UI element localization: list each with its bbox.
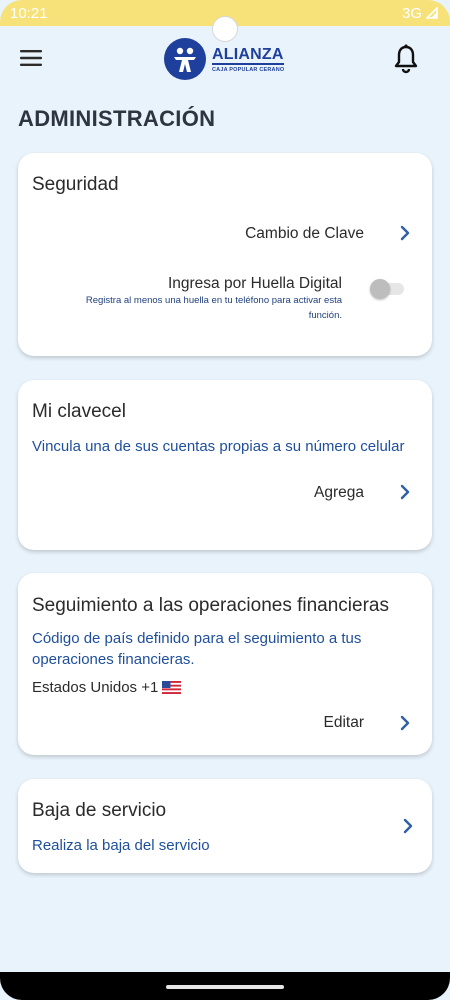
tracking-description-line: operaciones financieras.	[32, 651, 195, 668]
tracking-country: Estados Unidos +1	[32, 679, 182, 696]
add-clavecel-button[interactable]: Agrega	[314, 484, 364, 502]
cancel-service-card[interactable]: Baja de servicio Realiza la baja del ser…	[18, 779, 432, 873]
tracking-description: Código de país definido para el seguimie…	[32, 628, 361, 670]
us-flag-icon	[162, 681, 182, 694]
change-password-button[interactable]: Cambio de Clave	[245, 225, 364, 243]
chevron-right-icon[interactable]	[399, 484, 411, 500]
signal-icon	[426, 7, 438, 19]
brand-logo: ALIANZA CAJA POPULAR CERANO	[164, 38, 285, 80]
network-type: 3G	[401, 4, 422, 22]
chevron-right-icon[interactable]	[399, 225, 411, 241]
fingerprint-hint-line: Registra al menos una huella en tu teléf…	[85, 295, 342, 306]
tracking-card: Seguimiento a las operaciones financiera…	[18, 573, 432, 755]
country-value: Estados Unidos +1	[32, 679, 159, 696]
app-screen: 10:21 3G ALIANZA CAJA POPULAR CERANO ADM…	[0, 0, 450, 1000]
fingerprint-hint-line: función.	[308, 310, 342, 321]
edit-country-button[interactable]: Editar	[324, 714, 365, 732]
menu-icon[interactable]	[19, 48, 43, 68]
cancel-service-title: Baja de servicio	[32, 800, 167, 821]
fingerprint-hint: Registra al menos una huella en tu teléf…	[86, 293, 342, 323]
logo-name: ALIANZA	[212, 45, 285, 65]
security-card: Seguridad Cambio de Clave Ingresa por Hu…	[18, 153, 432, 356]
system-nav-bar	[0, 972, 450, 1000]
fingerprint-label: Ingresa por Huella Digital	[167, 275, 342, 292]
logo-emblem-icon	[164, 38, 206, 80]
clavecel-card-title: Mi clavecel	[32, 401, 126, 422]
home-indicator[interactable]	[166, 985, 284, 989]
app-header: ALIANZA CAJA POPULAR CERANO	[0, 30, 450, 90]
tracking-card-title: Seguimiento a las operaciones financiera…	[32, 595, 389, 616]
chevron-right-icon[interactable]	[402, 818, 414, 834]
status-time: 10:21	[10, 4, 48, 22]
fingerprint-toggle[interactable]	[370, 278, 406, 300]
chevron-right-icon[interactable]	[399, 715, 411, 731]
security-card-title: Seguridad	[32, 174, 119, 195]
tracking-description-line: Código de país definido para el seguimie…	[32, 630, 362, 647]
cancel-service-description: Realiza la baja del servicio	[32, 837, 210, 854]
toggle-knob	[370, 279, 390, 299]
clavecel-description: Vincula una de sus cuentas propias a su …	[32, 438, 405, 455]
logo-wordmark: ALIANZA CAJA POPULAR CERANO	[212, 45, 285, 73]
logo-subtitle: CAJA POPULAR CERANO	[212, 66, 285, 73]
clavecel-card: Mi clavecel Vincula una de sus cuentas p…	[18, 380, 432, 550]
status-indicators: 3G	[402, 5, 438, 22]
bell-icon[interactable]	[393, 44, 419, 74]
page-title: ADMINISTRACIÓN	[18, 106, 216, 131]
